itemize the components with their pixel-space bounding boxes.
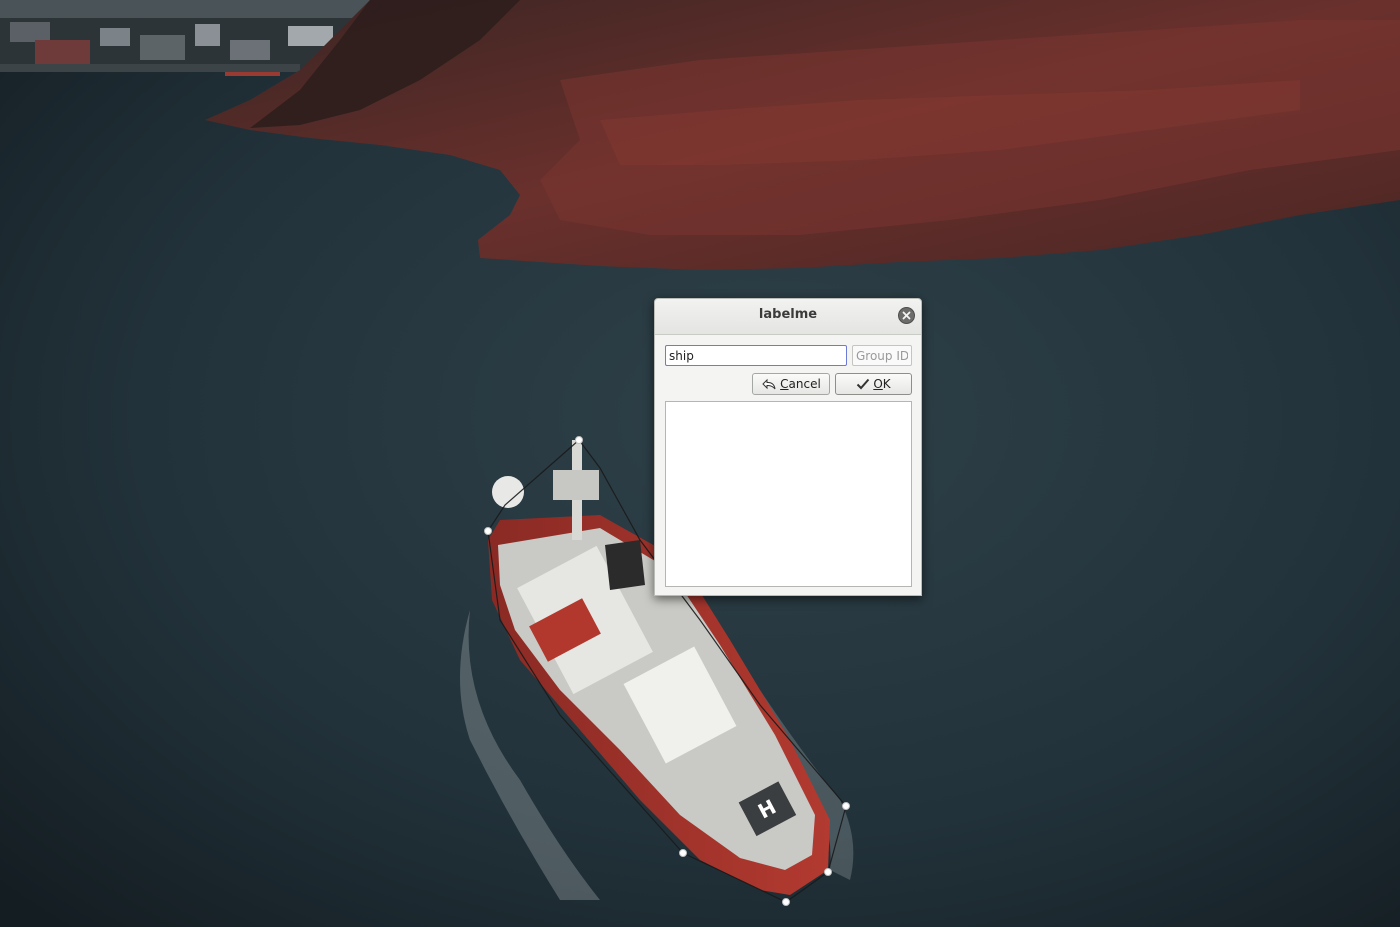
dialog-title: labelme: [758, 307, 818, 322]
close-button[interactable]: [898, 307, 915, 324]
polygon-vertex[interactable]: [484, 527, 492, 535]
polygon-vertex[interactable]: [824, 868, 832, 876]
group-id-input[interactable]: [852, 345, 912, 366]
label-dialog: labelme Cancel OK: [654, 298, 922, 596]
ok-label: OK: [873, 377, 891, 391]
checkmark-icon: [857, 378, 870, 390]
label-list[interactable]: [665, 401, 912, 587]
cancel-label: Cancel: [780, 377, 821, 391]
polygon-vertex[interactable]: [679, 849, 687, 857]
close-icon: [902, 311, 911, 320]
label-input[interactable]: [665, 345, 847, 366]
undo-arrow-icon: [762, 378, 776, 389]
polygon-vertex[interactable]: [782, 898, 790, 906]
cancel-button[interactable]: Cancel: [752, 373, 830, 395]
ok-button[interactable]: OK: [835, 373, 912, 395]
polygon-vertex[interactable]: [575, 436, 583, 444]
dialog-titlebar[interactable]: labelme: [655, 299, 921, 335]
polygon-vertex[interactable]: [842, 802, 850, 810]
